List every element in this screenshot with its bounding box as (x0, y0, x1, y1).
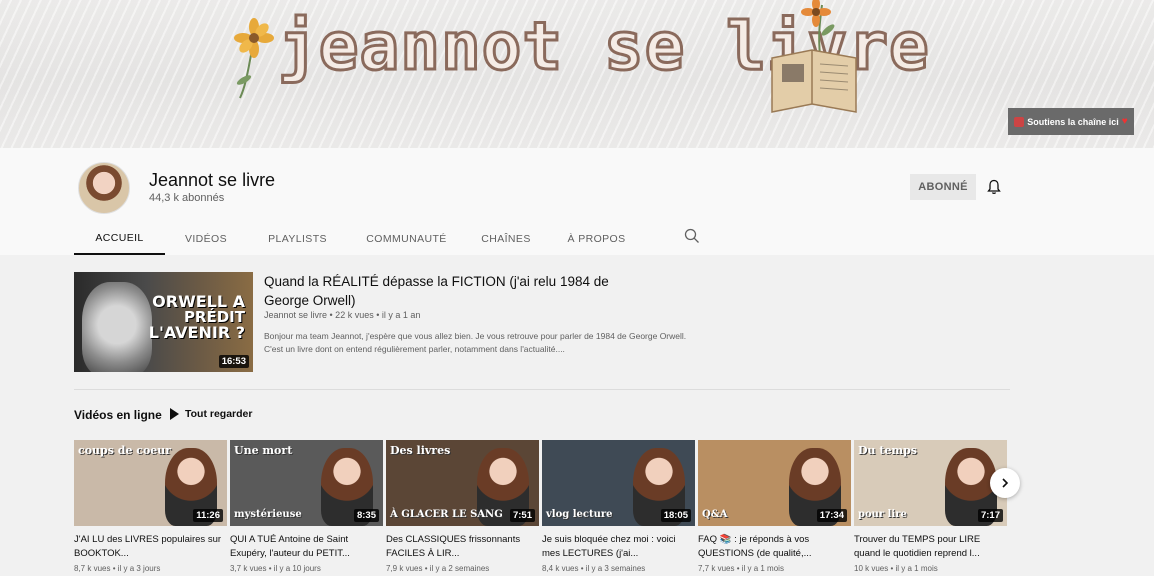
video-duration: 16:53 (218, 355, 249, 368)
video-thumbnail[interactable]: coups de coeur 11:26 (74, 440, 227, 526)
video-title[interactable]: J'AI LU des LIVRES populaires sur BOOKTO… (74, 533, 227, 561)
tab-videos[interactable]: VIDÉOS (165, 222, 247, 255)
subscriber-count: 44,3 k abonnés (149, 192, 225, 204)
video-duration: 7:17 (977, 509, 1003, 522)
video-duration: 7:51 (509, 509, 535, 522)
video-shelf: coups de coeur 11:26 J'AI LU des LIVRES … (74, 440, 1007, 573)
flower-icon (234, 18, 274, 99)
video-card[interactable]: Des livres À GLACER LE SANG 7:51 Des CLA… (386, 440, 539, 573)
video-duration: 11:26 (193, 509, 223, 522)
support-label: Soutiens la chaîne ici (1027, 116, 1119, 127)
video-card[interactable]: Q&A 17:34 FAQ 📚 : je réponds à vos QUEST… (698, 440, 851, 573)
video-title[interactable]: QUI A TUÉ Antoine de Saint Exupéry, l'au… (230, 533, 383, 561)
featured-video-title[interactable]: Quand la RÉALITÉ dépasse la FICTION (j'a… (264, 272, 654, 310)
video-duration: 18:05 (660, 509, 691, 522)
video-thumbnail[interactable]: Q&A 17:34 (698, 440, 851, 526)
play-icon (170, 408, 179, 420)
video-meta: 7,7 k vues • il y a 1 mois (698, 564, 784, 573)
book-icon (771, 0, 857, 113)
channel-tabs: ACCUEIL VIDÉOS PLAYLISTS COMMUNAUTÉ CHAÎ… (74, 222, 646, 255)
video-thumbnail[interactable]: vlog lecture 18:05 (542, 440, 695, 526)
video-title[interactable]: FAQ 📚 : je réponds à vos QUESTIONS (de q… (698, 533, 851, 561)
tab-playlists[interactable]: PLAYLISTS (247, 222, 348, 255)
channel-home: ORWELL A PRÉDIT L'AVENIR ? 16:53 Quand l… (0, 255, 1154, 576)
video-card[interactable]: Une mort mystérieuse 8:35 QUI A TUÉ Anto… (230, 440, 383, 573)
video-thumbnail[interactable]: Du temps pour lire 7:17 (854, 440, 1007, 526)
channel-header: Jeannot se livre 44,3 k abonnés ABONNÉ A… (0, 148, 1154, 255)
channel-banner: jeannot se livre Soutiens la chaîne ici … (0, 0, 1154, 148)
tab-chaines[interactable]: CHAÎNES (465, 222, 547, 255)
shelf-title[interactable]: Vidéos en ligne (74, 408, 162, 422)
tab-communaute[interactable]: COMMUNAUTÉ (348, 222, 465, 255)
video-meta: 10 k vues • il y a 1 mois (854, 564, 938, 573)
play-all-label: Tout regarder (185, 408, 253, 420)
section-divider (74, 389, 1010, 390)
thumb-overlay-2: Q&A (702, 509, 728, 520)
thumb-overlay-2: vlog lecture (546, 509, 613, 520)
video-card[interactable]: Du temps pour lire 7:17 Trouver du TEMPS… (854, 440, 1007, 573)
video-thumbnail[interactable]: Des livres À GLACER LE SANG 7:51 (386, 440, 539, 526)
shelf-next-button[interactable] (990, 468, 1020, 498)
thumb-overlay-2: À GLACER LE SANG (390, 509, 503, 520)
video-card[interactable]: vlog lecture 18:05 Je suis bloquée chez … (542, 440, 695, 573)
support-channel-link[interactable]: Soutiens la chaîne ici ♥ (1008, 108, 1134, 135)
channel-name: Jeannot se livre (149, 170, 276, 190)
thumb-overlay: Une mort (234, 444, 293, 457)
video-title[interactable]: Trouver du TEMPS pour LIRE quand le quot… (854, 533, 1007, 561)
channel-avatar[interactable] (78, 162, 130, 214)
video-meta: 7,9 k vues • il y a 2 semaines (386, 564, 490, 573)
featured-video-meta: Jeannot se livre • 22 k vues • il y a 1 … (264, 310, 421, 320)
featured-thumb-text: ORWELL A PRÉDIT L'AVENIR ? (149, 294, 245, 341)
chevron-right-icon (1002, 478, 1009, 488)
featured-video-description: Bonjour ma team Jeannot, j'espère que vo… (264, 331, 687, 354)
thumb-overlay: Des livres (390, 444, 451, 457)
subscribed-button[interactable]: ABONNÉ (910, 174, 976, 200)
tab-accueil[interactable]: ACCUEIL (74, 222, 165, 255)
thumb-overlay-2: pour lire (858, 509, 907, 520)
shop-icon (1014, 116, 1025, 127)
video-thumbnail[interactable]: Une mort mystérieuse 8:35 (230, 440, 383, 526)
featured-video-thumbnail[interactable]: ORWELL A PRÉDIT L'AVENIR ? 16:53 (74, 272, 253, 372)
video-meta: 3,7 k vues • il y a 10 jours (230, 564, 321, 573)
tab-a-propos[interactable]: À PROPOS (547, 222, 646, 255)
heart-icon: ♥ (1121, 116, 1128, 127)
thumb-line-3: L'AVENIR ? (148, 323, 245, 342)
video-meta: 8,7 k vues • il y a 3 jours (74, 564, 161, 573)
search-icon[interactable] (684, 228, 700, 244)
video-duration: 8:35 (353, 509, 379, 522)
thumb-overlay-2: mystérieuse (234, 509, 302, 520)
bell-icon[interactable] (986, 179, 1002, 195)
thumb-overlay: coups de coeur (78, 444, 172, 457)
video-card[interactable]: coups de coeur 11:26 J'AI LU des LIVRES … (74, 440, 227, 573)
orwell-portrait (82, 282, 152, 372)
video-title[interactable]: Des CLASSIQUES frissonnants FACILES À LI… (386, 533, 539, 561)
thumb-overlay: Du temps (858, 444, 917, 457)
play-all-button[interactable]: Tout regarder (170, 408, 252, 420)
video-meta: 8,4 k vues • il y a 3 semaines (542, 564, 646, 573)
video-duration: 17:34 (816, 509, 847, 522)
video-title[interactable]: Je suis bloquée chez moi : voici mes LEC… (542, 533, 695, 561)
